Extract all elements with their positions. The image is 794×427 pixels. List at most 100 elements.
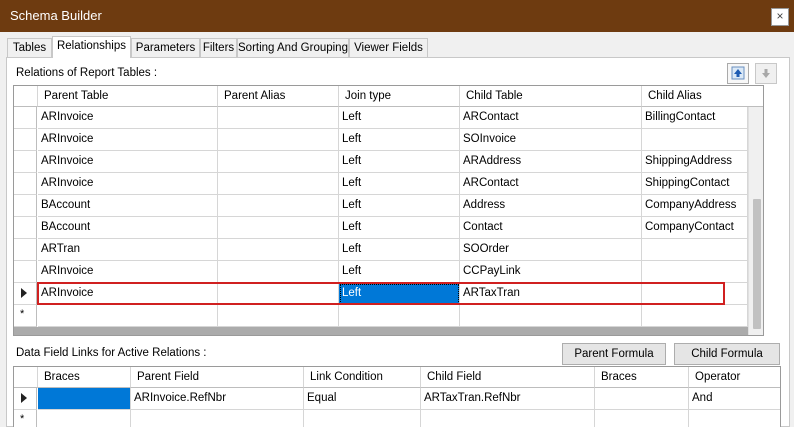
row-header[interactable]: [14, 217, 37, 239]
child-alias-cell[interactable]: [642, 129, 748, 151]
join-type-cell[interactable]: Left: [339, 129, 460, 151]
child-formula-button[interactable]: Child Formula: [674, 343, 780, 365]
join-type-cell[interactable]: [339, 305, 460, 327]
parent-table-cell[interactable]: ARInvoice: [38, 151, 218, 173]
column-header-child-alias[interactable]: Child Alias: [642, 86, 763, 107]
child-table-cell[interactable]: Address: [460, 195, 642, 217]
parent-alias-cell[interactable]: [218, 239, 339, 261]
arrow-up-icon: [731, 66, 745, 80]
parent-alias-cell[interactable]: [218, 261, 339, 283]
join-type-cell[interactable]: Left: [339, 283, 460, 305]
move-up-button[interactable]: [727, 63, 749, 84]
child-table-cell[interactable]: ARContact: [460, 173, 642, 195]
child-alias-cell[interactable]: [642, 283, 748, 305]
column-header-operator[interactable]: Operator: [689, 367, 780, 388]
parent-alias-cell[interactable]: [218, 195, 339, 217]
tab-parameters[interactable]: Parameters: [131, 38, 200, 57]
parent-alias-cell[interactable]: [218, 173, 339, 195]
parent-alias-cell[interactable]: [218, 129, 339, 151]
parent-formula-button[interactable]: Parent Formula: [562, 343, 666, 365]
row-header[interactable]: *: [14, 305, 37, 327]
join-type-cell[interactable]: Left: [339, 239, 460, 261]
parent-table-cell[interactable]: ARInvoice: [38, 129, 218, 151]
join-type-cell[interactable]: Left: [339, 195, 460, 217]
parent-alias-cell[interactable]: [218, 305, 339, 327]
parent-table-cell[interactable]: ARInvoice: [38, 283, 218, 305]
child-table-cell[interactable]: [460, 305, 642, 327]
braces-close-cell[interactable]: [595, 410, 689, 427]
tab-sorting-and-grouping[interactable]: Sorting And Grouping: [237, 38, 349, 57]
column-header-parent-table[interactable]: Parent Table: [38, 86, 218, 107]
parent-field-cell[interactable]: [131, 410, 304, 427]
child-alias-cell[interactable]: ShippingAddress: [642, 151, 748, 173]
join-type-cell[interactable]: Left: [339, 151, 460, 173]
join-type-cell[interactable]: Left: [339, 107, 460, 129]
column-header-braces-open[interactable]: Braces: [38, 367, 131, 388]
link-condition-cell[interactable]: Equal: [304, 388, 421, 410]
tab-filters[interactable]: Filters: [200, 38, 237, 57]
parent-alias-cell[interactable]: [218, 107, 339, 129]
row-header[interactable]: [14, 129, 37, 151]
child-alias-cell[interactable]: [642, 239, 748, 261]
child-field-cell[interactable]: ARTaxTran.RefNbr: [421, 388, 595, 410]
child-alias-cell[interactable]: [642, 261, 748, 283]
parent-alias-cell[interactable]: [218, 151, 339, 173]
parent-alias-cell[interactable]: [218, 283, 339, 305]
row-header[interactable]: [14, 195, 37, 217]
join-type-cell[interactable]: Left: [339, 217, 460, 239]
child-alias-cell[interactable]: CompanyAddress: [642, 195, 748, 217]
row-header[interactable]: [14, 151, 37, 173]
parent-alias-cell[interactable]: [218, 217, 339, 239]
braces-open-cell[interactable]: [38, 388, 131, 410]
child-table-cell[interactable]: ARTaxTran: [460, 283, 642, 305]
parent-table-cell[interactable]: ARInvoice: [38, 261, 218, 283]
row-header[interactable]: [14, 388, 37, 410]
column-header-link-condition[interactable]: Link Condition: [304, 367, 421, 388]
row-header[interactable]: [14, 239, 37, 261]
column-header-parent-field[interactable]: Parent Field: [131, 367, 304, 388]
child-table-cell[interactable]: Contact: [460, 217, 642, 239]
parent-table-cell[interactable]: ARTran: [38, 239, 218, 261]
operator-cell[interactable]: And: [689, 388, 780, 410]
join-type-cell[interactable]: Left: [339, 173, 460, 195]
tab-viewer-fields[interactable]: Viewer Fields: [349, 38, 428, 57]
parent-table-cell[interactable]: ARInvoice: [38, 107, 218, 129]
column-header-child-table[interactable]: Child Table: [460, 86, 642, 107]
row-header[interactable]: *: [14, 410, 37, 427]
parent-table-cell[interactable]: BAccount: [38, 217, 218, 239]
column-header-child-field[interactable]: Child Field: [421, 367, 595, 388]
child-table-cell[interactable]: ARContact: [460, 107, 642, 129]
column-header-join-type[interactable]: Join type: [339, 86, 460, 107]
parent-table-cell[interactable]: BAccount: [38, 195, 218, 217]
row-header[interactable]: [14, 107, 37, 129]
join-type-cell[interactable]: Left: [339, 261, 460, 283]
child-alias-cell[interactable]: [642, 305, 748, 327]
vertical-scrollbar[interactable]: [748, 107, 763, 335]
tab-tables[interactable]: Tables: [7, 38, 52, 57]
scrollbar-thumb[interactable]: [753, 199, 761, 329]
row-header[interactable]: [14, 173, 37, 195]
braces-open-cell[interactable]: [38, 410, 131, 427]
row-header[interactable]: [14, 283, 37, 305]
link-condition-cell[interactable]: [304, 410, 421, 427]
column-header-parent-alias[interactable]: Parent Alias: [218, 86, 339, 107]
tab-relationships[interactable]: Relationships: [52, 36, 131, 58]
braces-close-cell[interactable]: [595, 388, 689, 410]
row-header-corner: [14, 86, 38, 107]
child-table-cell[interactable]: CCPayLink: [460, 261, 642, 283]
child-alias-cell[interactable]: ShippingContact: [642, 173, 748, 195]
parent-table-cell[interactable]: ARInvoice: [38, 173, 218, 195]
row-header[interactable]: [14, 261, 37, 283]
move-down-button[interactable]: [755, 63, 777, 84]
operator-cell[interactable]: [689, 410, 780, 427]
child-alias-cell[interactable]: BillingContact: [642, 107, 748, 129]
child-table-cell[interactable]: SOInvoice: [460, 129, 642, 151]
parent-table-cell[interactable]: [38, 305, 218, 327]
child-table-cell[interactable]: ARAddress: [460, 151, 642, 173]
parent-field-cell[interactable]: ARInvoice.RefNbr: [131, 388, 304, 410]
close-button[interactable]: ×: [771, 8, 789, 26]
child-table-cell[interactable]: SOOrder: [460, 239, 642, 261]
child-field-cell[interactable]: [421, 410, 595, 427]
column-header-braces-close[interactable]: Braces: [595, 367, 689, 388]
child-alias-cell[interactable]: CompanyContact: [642, 217, 748, 239]
